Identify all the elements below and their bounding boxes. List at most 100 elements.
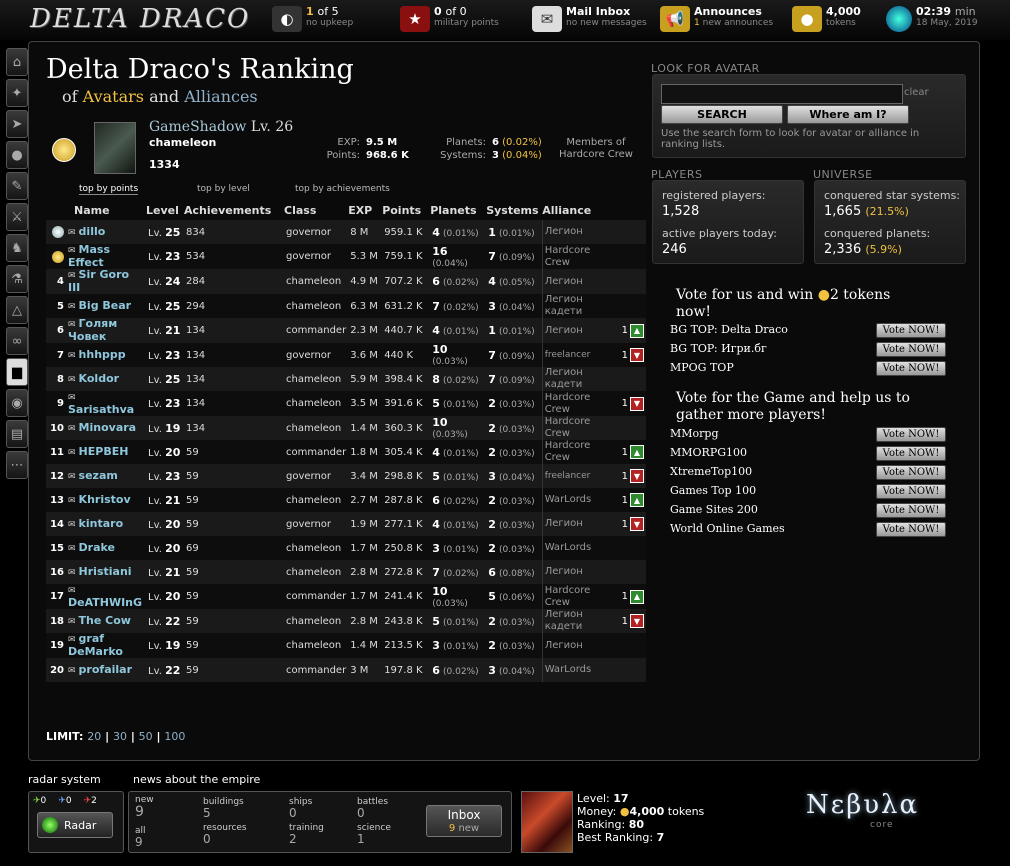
mail-icon[interactable]: ✉ (68, 472, 76, 482)
mail-icon[interactable]: ✉ (68, 320, 76, 330)
inbox-button[interactable]: Inbox 9 new (426, 805, 502, 837)
limit-50[interactable]: 50 (139, 730, 153, 743)
player-name[interactable]: ✉ Koldor (66, 367, 146, 391)
news-training[interactable]: training 2 (289, 823, 324, 845)
player-name[interactable]: ✉ Hristiani (66, 560, 146, 584)
limit-100[interactable]: 100 (164, 730, 185, 743)
player-name[interactable]: ✉Sarisathva (66, 391, 146, 416)
military-status[interactable]: ★ 0 of 0 military points (400, 6, 499, 36)
table-row[interactable]: ✉ dillo Lv. 25 834 governor 8 M 959.1 K4 (0.01… (46, 220, 646, 244)
mail-icon[interactable]: ✉ (68, 351, 76, 361)
news-new[interactable]: new 9 (135, 795, 154, 819)
player-alliance[interactable]: WarLords (541, 658, 620, 682)
table-row[interactable]: 18 ✉ The Cow Lv. 22 59 chameleon 2.8 M 243.8 K5… (46, 609, 646, 633)
table-row[interactable]: 17 ✉DeATHWInG Lv. 20 59 commander 1.7 M 241.4 … (46, 584, 646, 609)
arrow-up-icon[interactable]: ▲ (630, 493, 644, 507)
lab-icon[interactable]: ⚗ (6, 265, 28, 293)
diplomacy-icon[interactable]: ∞ (6, 327, 28, 355)
player-alliance[interactable]: freelancer (541, 464, 620, 488)
player-name[interactable]: ✉ The Cow (66, 609, 146, 633)
vote-now-button[interactable]: Vote NOW! (876, 484, 946, 499)
player-alliance[interactable]: WarLords (541, 536, 620, 560)
more-icon[interactable]: ⋯ (6, 451, 28, 479)
table-row[interactable]: 6 ✉ Голям Човек Lv. 21 134 commander 2.3 M 440.… (46, 318, 646, 343)
mail-icon[interactable]: ✉ (68, 271, 76, 281)
vote-now-button[interactable]: Vote NOW! (876, 361, 946, 376)
vote-now-button[interactable]: Vote NOW! (876, 342, 946, 357)
player-name[interactable]: ✉ Drake (66, 536, 146, 560)
arrow-down-icon[interactable]: ▼ (630, 348, 644, 362)
radar-button[interactable]: Radar (37, 812, 113, 838)
limit-30[interactable]: 30 (113, 730, 127, 743)
mail-icon[interactable]: ✉ (68, 617, 76, 627)
table-row[interactable]: 5 ✉ Big Bear Lv. 25 294 chameleon 6.3 M 631.2 K… (46, 294, 646, 318)
planets-status[interactable]: ◐ 1 of 5 no upkeep (272, 6, 353, 36)
player-alliance[interactable]: WarLords (541, 488, 620, 512)
arrow-up-icon[interactable]: ▲ (630, 323, 644, 338)
player-alliance[interactable]: Легион кадети (541, 367, 620, 391)
sort-by-achievements[interactable]: top by achievements (295, 184, 390, 194)
player-alliance[interactable]: Легион (541, 633, 620, 658)
mail-icon[interactable]: ✉ (68, 302, 76, 312)
table-row[interactable]: 16 ✉ Hristiani Lv. 21 59 chameleon 2.8 M 272.8 … (46, 560, 646, 584)
news-ships[interactable]: ships 0 (289, 797, 312, 819)
player-alliance[interactable]: Легион (541, 220, 620, 244)
avatars-link[interactable]: Avatars (83, 87, 144, 106)
player-name[interactable]: ✉ Khristov (66, 488, 146, 512)
player-alliance[interactable]: Hardcore Crew (541, 244, 620, 269)
table-row[interactable]: 19 ✉ graf DeMarko Lv. 19 59 chameleon 1.4 M 213… (46, 633, 646, 658)
vote-now-button[interactable]: Vote NOW! (876, 503, 946, 518)
table-row[interactable]: 12 ✉ sezam Lv. 23 59 governor 3.4 M 298.8 K5 (0… (46, 464, 646, 488)
player-alliance[interactable]: Hardcore Crew (541, 416, 620, 440)
player-alliance[interactable]: Легион (541, 512, 620, 536)
player-alliance[interactable]: Hardcore Crew (541, 391, 620, 416)
ranking-icon[interactable]: ▆ (6, 358, 28, 386)
limit-20[interactable]: 20 (87, 730, 101, 743)
arrow-down-icon[interactable]: ▼ (630, 469, 644, 483)
news-battles[interactable]: battles 0 (357, 797, 388, 819)
table-row[interactable]: 15 ✉ Drake Lv. 20 69 chameleon 1.7 M 250.8 K3 (… (46, 536, 646, 560)
sort-by-points[interactable]: top by points (79, 184, 139, 195)
clear-link[interactable]: clear (904, 87, 929, 98)
avatar[interactable] (94, 122, 136, 174)
home-icon[interactable]: ⌂ (6, 48, 28, 76)
announces[interactable]: 📢 Announces 1 new announces (660, 6, 773, 36)
player-name[interactable]: ✉ HEPBEH (66, 440, 146, 464)
table-row[interactable]: 20 ✉ profailar Lv. 22 59 commander 3 M 197.8 K6… (46, 658, 646, 682)
map-icon[interactable]: ✦ (6, 79, 28, 107)
player-name[interactable]: ✉ hhhppp (66, 343, 146, 367)
arrow-up-icon[interactable]: ▲ (630, 589, 644, 604)
mail-icon[interactable]: ✉ (68, 424, 76, 434)
player-name[interactable]: ✉ sezam (66, 464, 146, 488)
table-row[interactable]: 10 ✉ Minovara Lv. 19 134 chameleon 1.4 M 360.3 … (46, 416, 646, 440)
player-name[interactable]: ✉ Голям Човек (66, 318, 146, 343)
player-name[interactable]: ✉ Big Bear (66, 294, 146, 318)
arrow-up-icon[interactable]: ▲ (630, 445, 644, 459)
player-name[interactable]: ✉ profailar (66, 658, 146, 682)
mail-icon[interactable]: ✉ (68, 586, 76, 596)
table-row[interactable]: 8 ✉ Koldor Lv. 25 134 chameleon 5.9 M 398.4 K8 … (46, 367, 646, 391)
vote-now-button[interactable]: Vote NOW! (876, 446, 946, 461)
alliance-icon[interactable]: △ (6, 296, 28, 324)
arrow-down-icon[interactable]: ▼ (630, 517, 644, 531)
player-name[interactable]: ✉ dillo (66, 220, 146, 244)
eye-icon[interactable]: ◉ (6, 389, 28, 417)
player-alliance[interactable]: Легион (541, 269, 620, 294)
table-row[interactable]: 9 ✉Sarisathva Lv. 23 134 chameleon 3.5 M 391.6… (46, 391, 646, 416)
news-science[interactable]: science 1 (357, 823, 391, 845)
nebula-logo[interactable]: Nεβυλα (806, 790, 919, 820)
training-icon[interactable]: ♞ (6, 234, 28, 262)
mail-icon[interactable]: ✉ (68, 520, 76, 530)
player-name[interactable]: ✉ kintaro (66, 512, 146, 536)
fleet-icon[interactable]: ➤ (6, 110, 28, 138)
player-alliance[interactable]: freelancer (541, 343, 620, 367)
player-name[interactable]: ✉ Sir Goro III (66, 269, 146, 294)
tokens-status[interactable]: ● 4,000 tokens (792, 6, 861, 36)
table-row[interactable]: 4 ✉ Sir Goro III Lv. 24 284 chameleon 4.9 M 707… (46, 269, 646, 294)
player-alliance[interactable]: Легион (541, 318, 620, 343)
alliances-link[interactable]: Alliances (184, 87, 257, 106)
player-name[interactable]: ✉ graf DeMarko (66, 633, 146, 658)
search-button[interactable]: SEARCH (661, 105, 783, 124)
mail-icon[interactable]: ✉ (68, 448, 76, 458)
sort-by-level[interactable]: top by level (197, 184, 250, 194)
